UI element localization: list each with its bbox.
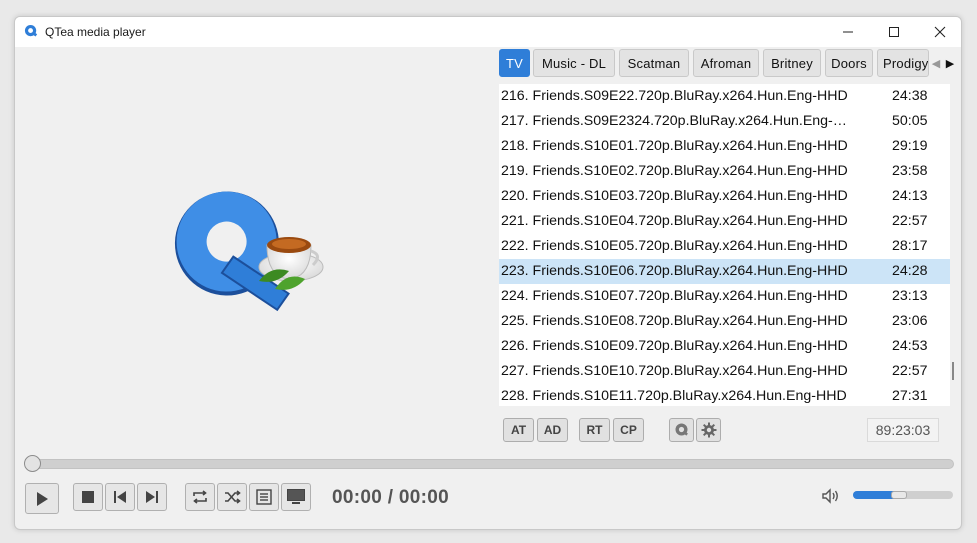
volume-icon[interactable] — [821, 487, 841, 505]
item-duration: 22:57 — [892, 213, 928, 229]
skip-previous-icon — [114, 491, 126, 503]
tab-britney[interactable]: Britney — [763, 49, 821, 77]
playlist-item[interactable]: 226. Friends.S10E09.720p.BluRay.x264.Hun… — [499, 334, 950, 359]
playlist-item[interactable]: 221. Friends.S10E04.720p.BluRay.x264.Hun… — [499, 209, 950, 234]
repeat-icon — [193, 490, 207, 504]
total-time: 00:00 — [398, 487, 449, 508]
time-display: 00:00 / 00:00 — [332, 487, 449, 509]
window-title: QTea media player — [45, 25, 146, 39]
maximize-button[interactable] — [871, 17, 917, 47]
item-duration: 24:38 — [892, 88, 928, 104]
fullscreen-icon — [287, 489, 305, 504]
item-duration: 23:13 — [892, 288, 928, 304]
seek-handle[interactable] — [24, 455, 41, 472]
playlist-item[interactable]: 218. Friends.S10E01.720p.BluRay.x264.Hun… — [499, 134, 950, 159]
play-icon — [37, 491, 48, 506]
gear-icon — [701, 422, 716, 438]
item-title: 218. Friends.S10E01.720p.BluRay.x264.Hun… — [501, 138, 848, 154]
play-button[interactable] — [25, 483, 59, 514]
playlist-item[interactable]: 225. Friends.S10E08.720p.BluRay.x264.Hun… — [499, 309, 950, 334]
cp-button[interactable]: CP — [613, 418, 644, 442]
item-title: 224. Friends.S10E07.720p.BluRay.x264.Hun… — [501, 288, 848, 304]
rt-button[interactable]: RT — [579, 418, 610, 442]
item-duration: 28:17 — [892, 238, 928, 254]
maximize-icon — [889, 27, 899, 37]
playlist-item[interactable]: 217. Friends.S09E2324.720p.BluRay.x264.H… — [499, 109, 950, 134]
fullscreen-button[interactable] — [281, 483, 311, 511]
item-duration: 23:58 — [892, 163, 928, 179]
playlist-item[interactable]: 216. Friends.S09E22.720p.BluRay.x264.Hun… — [499, 84, 950, 109]
playlist-item[interactable]: 219. Friends.S10E02.720p.BluRay.x264.Hun… — [499, 159, 950, 184]
close-button[interactable] — [917, 17, 961, 47]
current-time: 00:00 — [332, 487, 383, 508]
item-duration: 50:05 — [892, 113, 928, 129]
volume-handle[interactable] — [891, 491, 907, 499]
tab-tv[interactable]: TV — [499, 49, 530, 77]
playlist-total-time: 89:23:03 — [867, 418, 939, 442]
item-duration: 24:53 — [892, 338, 928, 354]
item-duration: 27:31 — [892, 388, 928, 404]
shuffle-icon — [225, 490, 241, 504]
tab-afroman[interactable]: Afroman — [693, 49, 759, 77]
tab-scatman[interactable]: Scatman — [619, 49, 689, 77]
tab-music-dl[interactable]: Music - DL — [533, 49, 615, 77]
playlist-item-selected[interactable]: 223. Friends.S10E06.720p.BluRay.x264.Hun… — [499, 259, 950, 284]
tab-doors[interactable]: Doors — [825, 49, 873, 77]
at-button[interactable]: AT — [503, 418, 534, 442]
time-separator: / — [387, 487, 394, 508]
shuffle-button[interactable] — [217, 483, 247, 511]
playlist-item[interactable]: 228. Friends.S10E11.720p.BluRay.x264.Hun… — [499, 384, 950, 406]
playlist[interactable]: 216. Friends.S09E22.720p.BluRay.x264.Hun… — [499, 84, 950, 406]
stop-icon — [82, 491, 94, 503]
item-duration: 23:06 — [892, 313, 928, 329]
previous-button[interactable] — [105, 483, 135, 511]
playlist-scrollbar[interactable] — [952, 362, 954, 380]
ad-button[interactable]: AD — [537, 418, 568, 442]
qtea-logo-icon — [174, 191, 324, 312]
item-duration: 24:13 — [892, 188, 928, 204]
stop-button[interactable] — [73, 483, 103, 511]
item-duration: 24:28 — [892, 263, 928, 279]
item-title: 216. Friends.S09E22.720p.BluRay.x264.Hun… — [501, 88, 848, 104]
playlist-tabs: TV Music - DL Scatman Afroman Britney Do… — [499, 49, 959, 77]
item-title: 227. Friends.S10E10.720p.BluRay.x264.Hun… — [501, 363, 848, 379]
app-window: QTea media player TV Music - DL Scatman … — [14, 16, 962, 530]
item-title: 228. Friends.S10E11.720p.BluRay.x264.Hun… — [501, 388, 847, 404]
item-title: 222. Friends.S10E05.720p.BluRay.x264.Hun… — [501, 238, 848, 254]
item-title: 220. Friends.S10E03.720p.BluRay.x264.Hun… — [501, 188, 848, 204]
skip-next-icon — [146, 491, 158, 503]
title-bar: QTea media player — [15, 17, 961, 47]
playlist-icon — [256, 489, 272, 505]
playlist-item[interactable]: 227. Friends.S10E10.720p.BluRay.x264.Hun… — [499, 359, 950, 384]
app-logo-icon — [24, 24, 38, 37]
tab-prodigy[interactable]: Prodigy — [877, 49, 929, 77]
item-duration: 22:57 — [892, 363, 928, 379]
playlist-toggle-button[interactable] — [249, 483, 279, 511]
minimize-icon — [843, 31, 853, 33]
item-title: 225. Friends.S10E08.720p.BluRay.x264.Hun… — [501, 313, 848, 329]
item-title: 226. Friends.S10E09.720p.BluRay.x264.Hun… — [501, 338, 848, 354]
qtea-small-icon — [675, 423, 688, 436]
playlist-item[interactable]: 224. Friends.S10E07.720p.BluRay.x264.Hun… — [499, 284, 950, 309]
item-title: 223. Friends.S10E06.720p.BluRay.x264.Hun… — [501, 263, 848, 279]
close-icon — [934, 26, 946, 38]
qtea-button[interactable] — [669, 418, 694, 442]
item-title: 221. Friends.S10E04.720p.BluRay.x264.Hun… — [501, 213, 848, 229]
repeat-button[interactable] — [185, 483, 215, 511]
settings-button[interactable] — [696, 418, 721, 442]
tabs-scroll-left-button[interactable]: ◀ — [929, 49, 943, 77]
tabs-scroll-right-button[interactable]: ▶ — [943, 49, 957, 77]
next-button[interactable] — [137, 483, 167, 511]
item-title: 219. Friends.S10E02.720p.BluRay.x264.Hun… — [501, 163, 848, 179]
item-title: 217. Friends.S09E2324.720p.BluRay.x264.H… — [501, 113, 847, 129]
minimize-button[interactable] — [825, 17, 871, 47]
seek-bar[interactable] — [32, 459, 954, 469]
item-duration: 29:19 — [892, 138, 928, 154]
playlist-item[interactable]: 220. Friends.S10E03.720p.BluRay.x264.Hun… — [499, 184, 950, 209]
playlist-item[interactable]: 222. Friends.S10E05.720p.BluRay.x264.Hun… — [499, 234, 950, 259]
